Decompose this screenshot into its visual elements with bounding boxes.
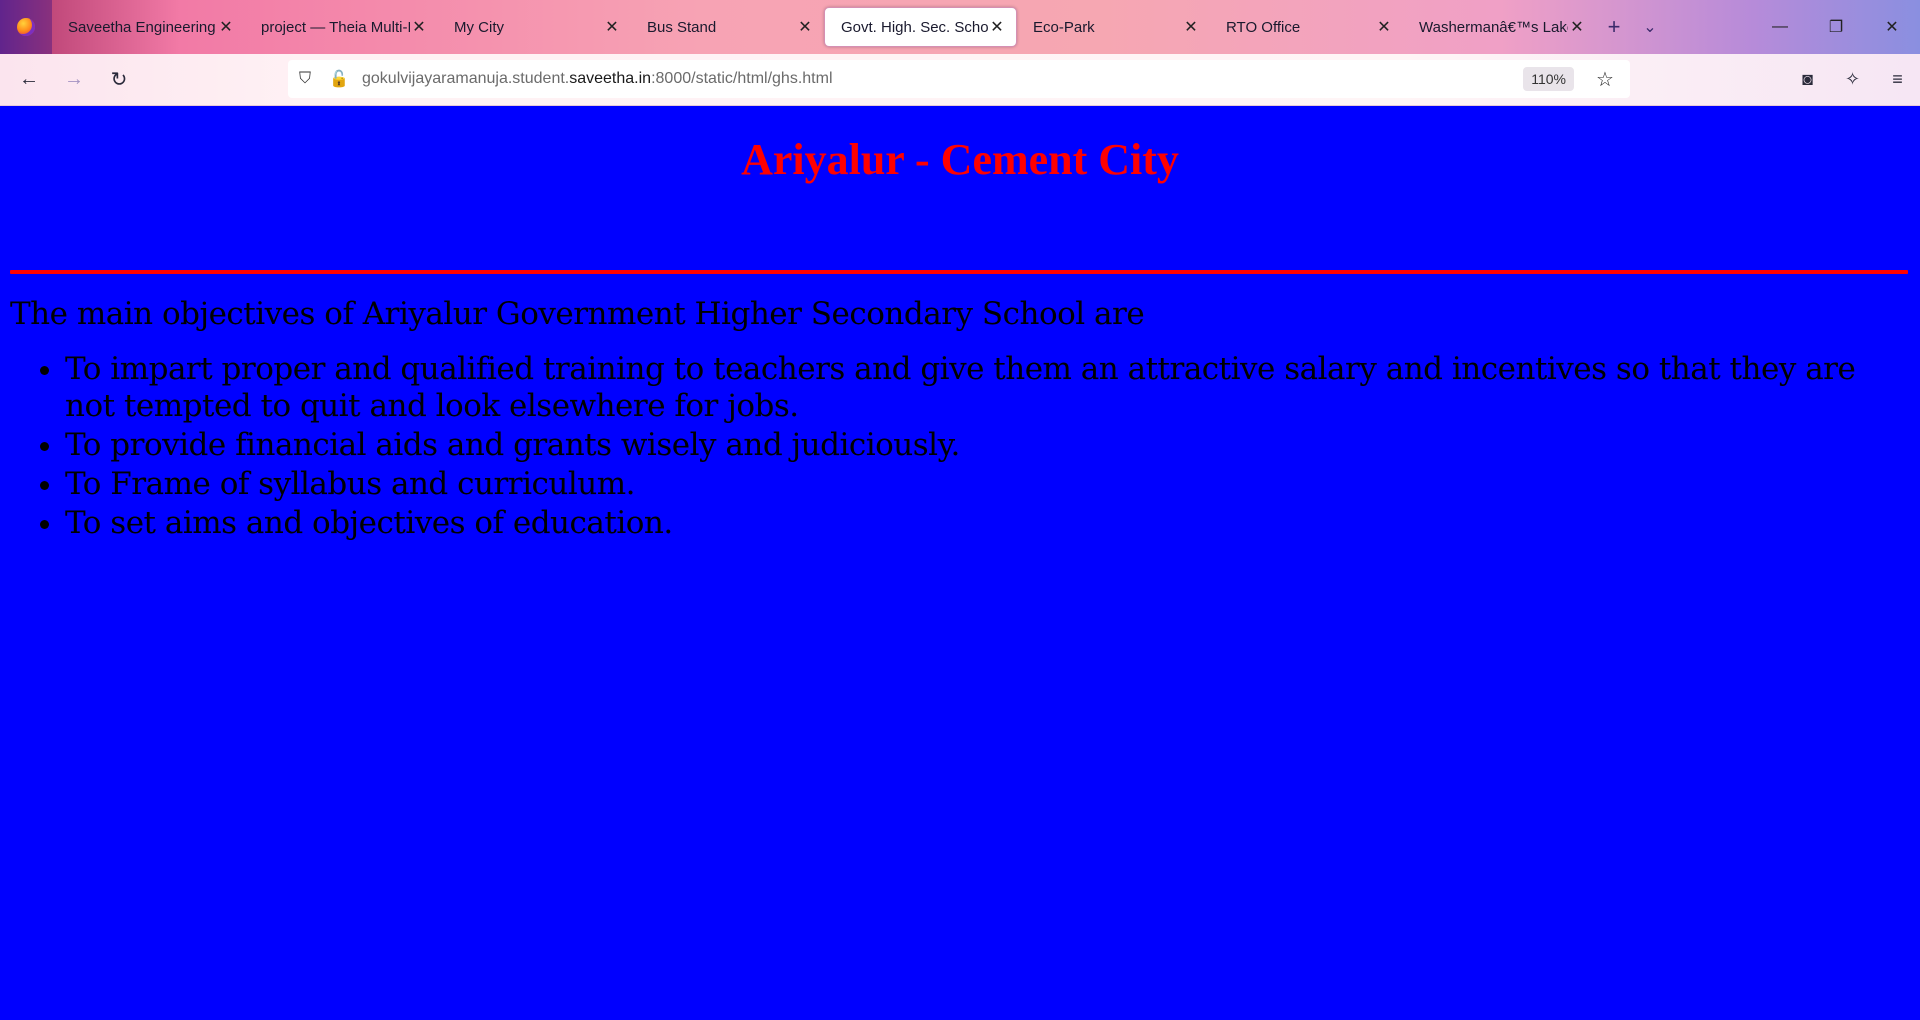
close-icon[interactable]: ✕ bbox=[603, 17, 621, 37]
tab-title: Bus Stand bbox=[647, 18, 717, 36]
close-window-icon[interactable]: ✕ bbox=[1864, 0, 1920, 54]
tab-bus-stand[interactable]: Bus Stand ✕ bbox=[631, 7, 824, 47]
close-icon[interactable]: ✕ bbox=[1375, 17, 1393, 37]
list-tabs-chevron-down-icon[interactable]: ⌄ bbox=[1632, 9, 1668, 45]
minimize-icon[interactable]: — bbox=[1752, 0, 1808, 54]
page-title: Ariyalur - Cement City bbox=[741, 135, 1179, 184]
url-domain: saveetha.in bbox=[569, 70, 652, 87]
toolbar-right-buttons: ◙ ✧ ≡ bbox=[1785, 62, 1920, 96]
horizontal-rule bbox=[10, 270, 1908, 274]
list-item: To impart proper and qualified training … bbox=[65, 351, 1905, 425]
close-icon[interactable]: ✕ bbox=[217, 17, 235, 37]
forward-arrow-icon[interactable]: → bbox=[57, 62, 91, 96]
close-icon[interactable]: ✕ bbox=[1568, 17, 1586, 37]
tab-title: project — Theia Multi-Language bbox=[261, 18, 410, 36]
tab-bar: Saveetha Engineering College ✕ project —… bbox=[0, 0, 1920, 54]
tab-title: My City bbox=[454, 18, 504, 36]
url-text[interactable]: gokulvijayaramanuja.student.saveetha.in:… bbox=[362, 70, 833, 88]
intro-text: The main objectives of Ariyalur Governme… bbox=[10, 296, 1145, 332]
close-icon[interactable]: ✕ bbox=[410, 17, 428, 37]
list-item: To Frame of syllabus and curriculum. bbox=[65, 466, 1905, 503]
tab-saveetha[interactable]: Saveetha Engineering College ✕ bbox=[52, 7, 245, 47]
insecure-lock-icon[interactable]: 🔓 bbox=[322, 62, 356, 96]
extensions-icon[interactable]: ✧ bbox=[1830, 62, 1875, 96]
reload-icon[interactable]: ↻ bbox=[102, 62, 136, 96]
tab-govt-school[interactable]: Govt. High. Sec. School ✕ bbox=[824, 7, 1017, 47]
close-icon[interactable]: ✕ bbox=[1182, 17, 1200, 37]
page-content: Ariyalur - Cement City The main objectiv… bbox=[0, 106, 1920, 1020]
url-suffix: :8000/static/html/ghs.html bbox=[651, 70, 833, 87]
objectives-list: To impart proper and qualified training … bbox=[24, 351, 1905, 544]
close-icon[interactable]: ✕ bbox=[988, 17, 1006, 37]
close-icon[interactable]: ✕ bbox=[796, 17, 814, 37]
pocket-icon[interactable]: ◙ bbox=[1785, 62, 1830, 96]
hamburger-menu-icon[interactable]: ≡ bbox=[1875, 62, 1920, 96]
address-bar[interactable]: ⛉ 🔓 gokulvijayaramanuja.student.saveetha… bbox=[288, 60, 1630, 98]
star-icon[interactable]: ☆ bbox=[1588, 62, 1622, 96]
tab-rto-office[interactable]: RTO Office ✕ bbox=[1210, 7, 1403, 47]
tab-title: Washermanâ€™s Lake bbox=[1419, 18, 1568, 36]
firefox-logo-icon[interactable] bbox=[0, 0, 52, 54]
new-tab-plus-icon[interactable]: + bbox=[1596, 9, 1632, 45]
url-prefix: gokulvijayaramanuja.student. bbox=[362, 70, 570, 87]
tab-washermans-lake[interactable]: Washermanâ€™s Lake ✕ bbox=[1403, 7, 1596, 47]
tab-eco-park[interactable]: Eco-Park ✕ bbox=[1017, 7, 1210, 47]
tab-title: Saveetha Engineering College bbox=[68, 18, 217, 36]
navigation-toolbar: ← → ↻ ⛉ 🔓 gokulvijayaramanuja.student.sa… bbox=[0, 54, 1920, 106]
window-controls: — ❐ ✕ bbox=[1752, 0, 1920, 54]
restore-icon[interactable]: ❐ bbox=[1808, 0, 1864, 54]
tab-title: RTO Office bbox=[1226, 18, 1301, 36]
list-item: To provide financial aids and grants wis… bbox=[65, 427, 1905, 464]
tab-title: Govt. High. Sec. School bbox=[841, 18, 988, 36]
tab-title: Eco-Park bbox=[1033, 18, 1095, 36]
tracking-protection-icon[interactable]: ⛉ bbox=[288, 62, 322, 96]
tab-project-theia[interactable]: project — Theia Multi-Language ✕ bbox=[245, 7, 438, 47]
zoom-level-badge[interactable]: 110% bbox=[1523, 67, 1574, 91]
list-item: To set aims and objectives of education. bbox=[65, 505, 1905, 542]
back-arrow-icon[interactable]: ← bbox=[12, 62, 46, 96]
tab-my-city[interactable]: My City ✕ bbox=[438, 7, 631, 47]
